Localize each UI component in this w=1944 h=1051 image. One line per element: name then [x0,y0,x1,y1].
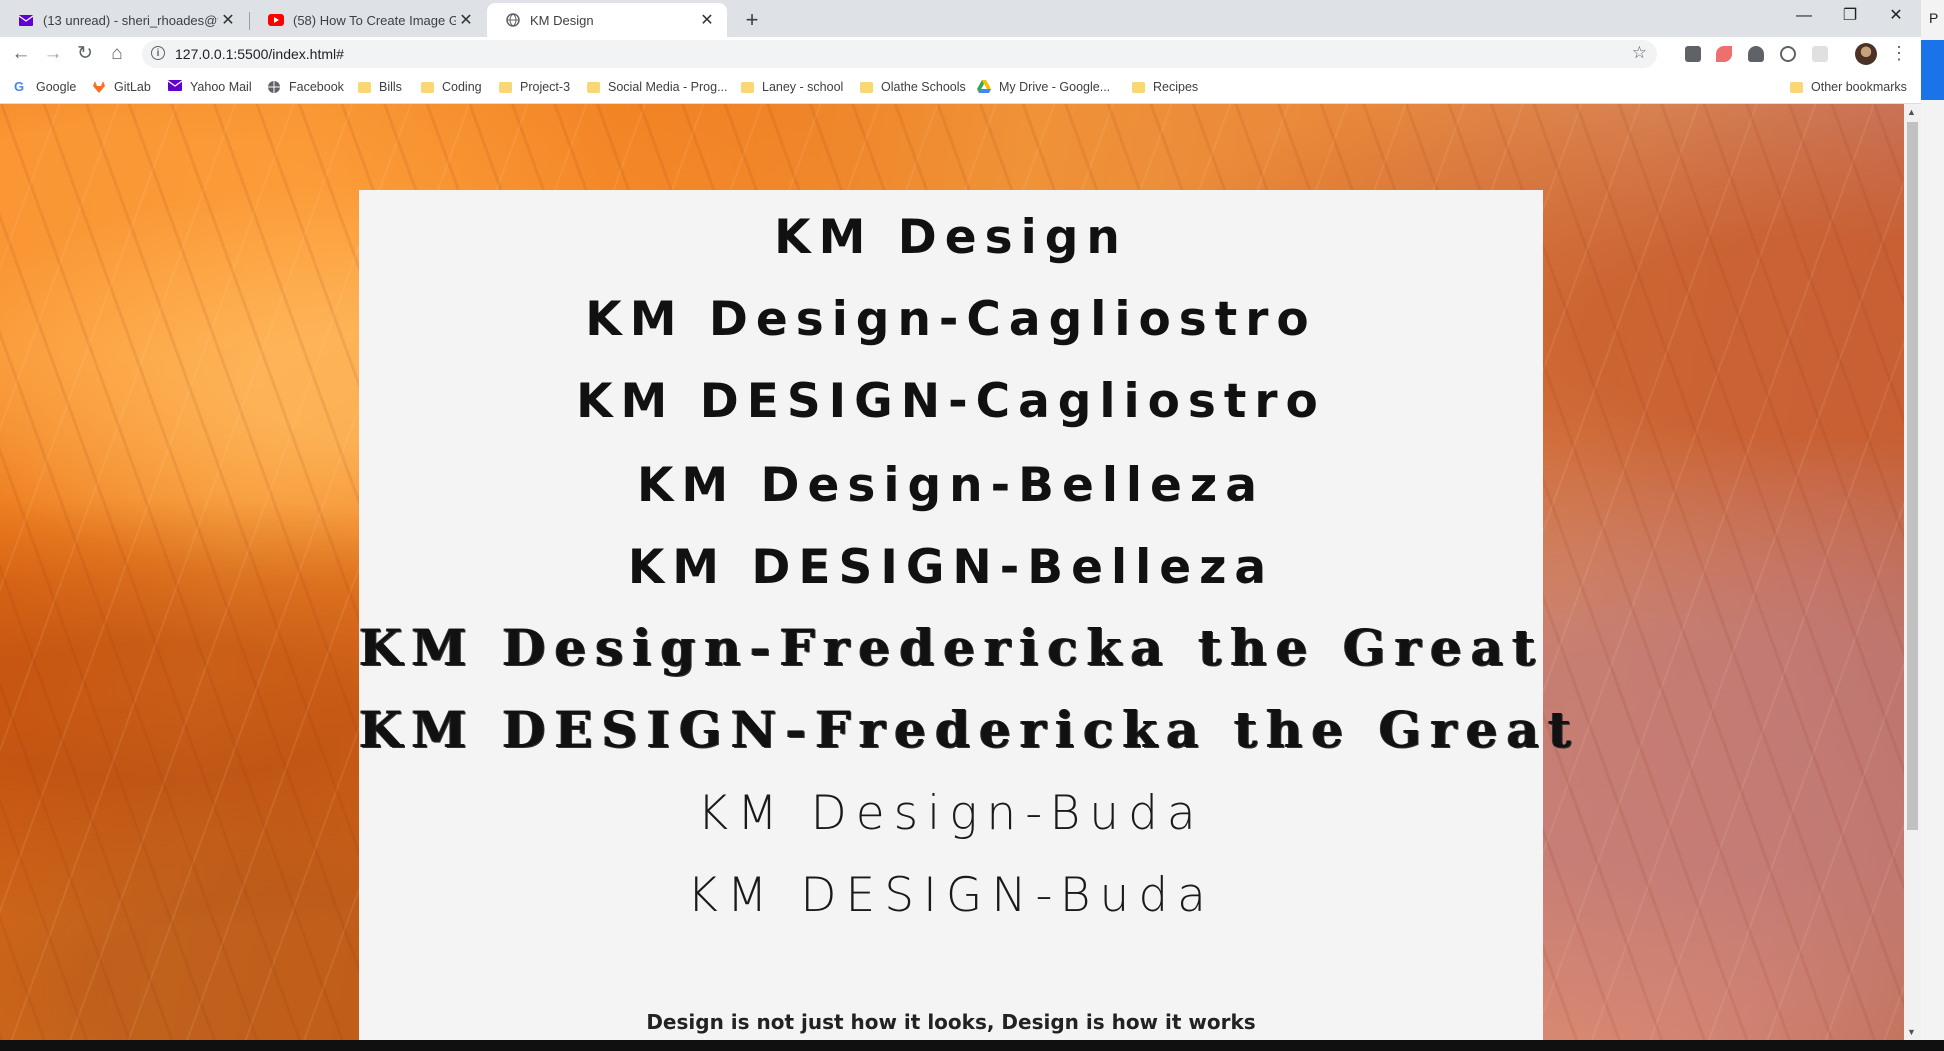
tab-title: (13 unread) - sheri_rhoades@yah [43,12,218,28]
close-icon[interactable]: ✕ [697,10,717,30]
tab-yahoo-mail[interactable]: (13 unread) - sheri_rhoades@yah ✕ [0,3,248,37]
forward-button[interactable]: → [40,41,66,67]
bookmark-yahoo-mail[interactable]: Yahoo Mail [167,78,252,96]
heading-cagliostro-caps: KM DESIGN-Cagliostro [576,374,1326,429]
bookmark-label: My Drive - Google... [999,80,1111,94]
bookmark-coding[interactable]: Coding [421,78,482,96]
taskbar [0,1040,1944,1051]
scroll-down-arrow[interactable]: ▼ [1907,1027,1916,1037]
bookmark-label: Project-3 [520,80,571,94]
close-icon[interactable]: ✕ [218,10,238,30]
extension-cloud-icon[interactable] [1748,46,1764,62]
bookmark-label: Google [36,80,77,94]
bookmark-olathe-schools[interactable]: Olathe Schools [860,78,966,96]
bookmark-label: Recipes [1153,80,1199,94]
gitlab-icon [92,80,106,94]
adjacent-window-blue-bar [1921,40,1944,100]
youtube-icon [268,12,284,28]
bookmark-label: Coding [442,80,482,94]
scrollbar-thumb[interactable] [1907,122,1918,830]
bookmark-project-3[interactable]: Project-3 [499,78,570,96]
bookmark-facebook[interactable]: Facebook [267,78,344,96]
tab-km-design[interactable]: KM Design ✕ [487,3,727,37]
extension-circle-icon[interactable] [1780,46,1796,62]
adjacent-window-letter: P [1929,10,1939,26]
other-bookmarks-label: Other bookmarks [1811,80,1907,94]
browser-window: (13 unread) - sheri_rhoades@yah ✕ (58) H… [0,0,1944,1051]
yahoo-mail-icon [18,12,34,28]
bookmark-my-drive[interactable]: My Drive - Google... [977,78,1110,96]
page-viewport: KM Design KM Design-Cagliostro KM DESIGN… [0,104,1904,1040]
heading-fredericka: KM Design-Fredericka the Great [359,618,1545,677]
restore-button[interactable]: ❐ [1827,0,1873,32]
bookmark-star-icon[interactable]: ☆ [1632,43,1647,63]
info-icon[interactable]: i [151,46,165,60]
bookmark-label: Facebook [289,80,344,94]
tab-title: (58) How To Create Image Gallery [293,12,456,28]
folder-icon [358,81,371,93]
heading-buda-caps: KM DESIGN-Buda [687,868,1215,923]
heading-belleza-caps: KM DESIGN-Belleza [627,540,1275,595]
bookmark-label: GitLab [114,80,151,94]
profile-avatar[interactable] [1855,43,1877,65]
url-text: 127.0.0.1:5500/index.html# [175,46,344,62]
folder-icon [421,81,434,93]
folder-icon [860,81,873,93]
reload-button[interactable]: ↻ [72,41,98,67]
bookmark-label: Laney - school [762,80,844,94]
heading-km-design: KM Design [774,210,1128,265]
heading-belleza: KM Design-Belleza [636,458,1265,513]
folder-icon [499,81,512,93]
bookmark-label: Social Media - Prog... [608,80,728,94]
bookmark-gitlab[interactable]: GitLab [92,78,151,96]
bookmark-laney-school[interactable]: Laney - school [741,78,843,96]
back-button[interactable]: ← [8,41,34,67]
folder-icon [587,81,600,93]
close-icon[interactable]: ✕ [456,10,476,30]
bookmark-label: Olathe Schools [881,80,966,94]
bookmarks-bar: G Google GitLab Yahoo Mail Facebook Bill… [0,70,1944,104]
folder-icon [741,81,754,93]
tab-youtube[interactable]: (58) How To Create Image Gallery ✕ [250,3,486,37]
address-bar[interactable]: i 127.0.0.1:5500/index.html# ☆ [142,40,1657,68]
tab-strip: (13 unread) - sheri_rhoades@yah ✕ (58) H… [0,0,1944,37]
extension-shield-icon[interactable] [1685,46,1701,62]
extension-red-icon[interactable] [1716,46,1732,62]
tab-title: KM Design [530,12,594,28]
home-button[interactable]: ⌂ [104,41,130,67]
heading-fredericka-caps: KM DESIGN-Fredericka the Great [359,700,1581,759]
google-drive-icon [977,80,991,94]
menu-icon[interactable]: ⋮ [1889,40,1909,66]
heading-buda: KM Design-Buda [697,786,1205,841]
scroll-up-arrow[interactable]: ▲ [1907,107,1916,117]
vertical-scrollbar[interactable]: ▲ ▼ [1904,104,1921,1040]
other-bookmarks[interactable]: Other bookmarks [1790,78,1907,96]
globe-icon [267,80,281,94]
bookmark-recipes[interactable]: Recipes [1132,78,1198,96]
toolbar: ← → ↻ ⌂ i 127.0.0.1:5500/index.html# ☆ [0,37,1944,70]
folder-icon [1790,81,1803,93]
heading-cagliostro: KM Design-Cagliostro [585,292,1317,347]
bookmark-social-media[interactable]: Social Media - Prog... [587,78,728,96]
globe-icon [505,12,521,28]
adjacent-window-edge: P [1921,0,1944,1051]
bookmark-google[interactable]: G Google [14,78,76,96]
yahoo-mail-icon [167,80,183,94]
minimize-button[interactable]: — [1781,0,1827,32]
bookmark-label: Yahoo Mail [190,80,252,94]
close-window-button[interactable]: ✕ [1873,0,1919,32]
content-card: KM Design KM Design-Cagliostro KM DESIGN… [359,190,1581,1040]
bookmark-label: Bills [379,80,402,94]
google-icon: G [14,79,25,94]
tagline: Design is not just how it looks, Design … [646,1010,1256,1034]
new-tab-button[interactable]: + [738,6,766,34]
bookmark-bills[interactable]: Bills [358,78,402,96]
extension-grey-icon[interactable] [1812,46,1828,62]
folder-icon [1132,81,1145,93]
